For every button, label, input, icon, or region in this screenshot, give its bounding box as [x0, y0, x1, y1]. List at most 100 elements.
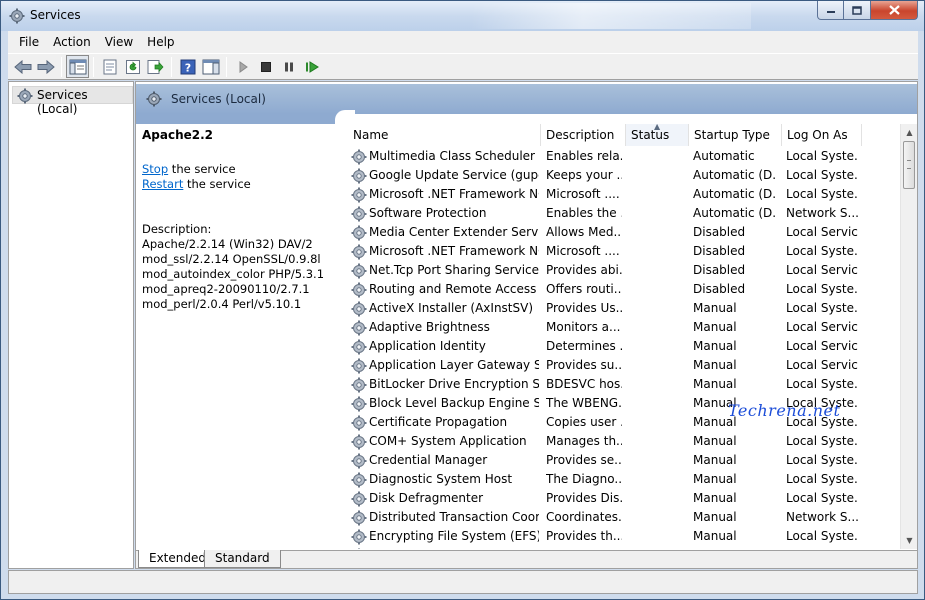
menu-help[interactable]: Help — [140, 35, 181, 49]
service-startup-type-cell: Manual — [693, 434, 737, 448]
table-row[interactable]: Encrypting File System (EFS) Provides th.… — [348, 527, 903, 546]
service-log-on-as-cell: Local Syste... — [786, 434, 858, 448]
start-service-button[interactable] — [231, 55, 254, 78]
scroll-up-icon[interactable]: ▲ — [901, 124, 917, 141]
pause-icon — [284, 62, 293, 71]
service-description-cell: The WBENG... — [546, 396, 622, 410]
service-description-cell: Manages th... — [546, 434, 622, 448]
stop-icon — [260, 61, 271, 72]
show-console-tree-button[interactable] — [66, 55, 89, 78]
column-header-name[interactable]: Name — [348, 124, 541, 146]
service-log-on-as-cell: Local Syste... — [786, 149, 858, 163]
service-name-cell: Routing and Remote Access — [369, 282, 537, 296]
table-row[interactable]: Multimedia Class Scheduler Enables rela..… — [348, 147, 903, 166]
service-startup-type-cell: Disabled — [693, 282, 746, 296]
service-log-on-as-cell: Local Syste... — [786, 187, 858, 201]
table-row[interactable]: Routing and Remote Access Offers routi...… — [348, 280, 903, 299]
service-log-on-as-cell: Local Service — [786, 263, 858, 277]
table-row[interactable]: Software Protection Enables the ... Automa… — [348, 204, 903, 223]
service-description-cell: Provides Dis... — [546, 491, 622, 505]
service-description-cell: The Diagno... — [546, 472, 622, 486]
service-gear-icon — [351, 548, 367, 549]
restart-service-button[interactable] — [300, 55, 323, 78]
show-action-pane-button[interactable] — [199, 55, 222, 78]
table-row[interactable]: BitLocker Drive Encryption Service BDESVC… — [348, 375, 903, 394]
service-name-cell: Credential Manager — [369, 453, 488, 467]
service-startup-type-cell: Disabled — [693, 225, 746, 239]
back-button[interactable] — [11, 55, 34, 78]
service-name-cell: Encrypting File System (EFS) — [369, 529, 539, 543]
table-row[interactable]: Media Center Extender Service Allows Med.… — [348, 223, 903, 242]
table-row[interactable]: Net.Tcp Port Sharing Service Provides abi… — [348, 261, 903, 280]
services-window: Services File Action View Help ? Service… — [0, 0, 925, 600]
header-notch — [136, 114, 341, 124]
column-header-status[interactable]: ▲ Status — [626, 122, 689, 146]
vertical-scrollbar[interactable]: ▲ ▼ — [900, 124, 917, 549]
menu-view[interactable]: View — [98, 35, 140, 49]
table-row[interactable]: Adaptive Brightness Monitors a... Manual Lo… — [348, 318, 903, 337]
description-line: Apache/2.2.14 (Win32) DAV/2 — [142, 237, 313, 251]
column-header-startup-type[interactable]: Startup Type — [689, 124, 782, 146]
minimize-button[interactable] — [817, 1, 844, 20]
table-row[interactable]: Disk Defragmenter Provides Dis... Manual Lo… — [348, 489, 903, 508]
stop-service-button[interactable] — [254, 55, 277, 78]
restart-service-line: Restart the service — [142, 177, 251, 191]
service-name-cell: Multimedia Class Scheduler — [369, 149, 535, 163]
service-startup-type-cell: Manual — [693, 301, 737, 315]
services-gear-icon — [17, 88, 33, 107]
services-pane: Services (Local) Apache2.2 Stop the serv… — [135, 81, 918, 569]
menu-file[interactable]: File — [12, 35, 46, 49]
menu-action[interactable]: Action — [46, 35, 98, 49]
maximize-icon — [852, 5, 862, 15]
toolbar-separator — [93, 56, 94, 77]
restart-link[interactable]: Restart — [142, 177, 183, 191]
column-header-log-on-as[interactable]: Log On As — [782, 124, 862, 146]
tree-item-services-local[interactable]: Services (Local) — [12, 86, 133, 116]
service-name-cell: Disk Defragmenter — [369, 491, 484, 505]
column-header-description[interactable]: Description — [541, 124, 626, 146]
table-row[interactable]: Microsoft .NET Framework NGEN Microsoft .… — [348, 185, 903, 204]
console-tree-icon — [69, 59, 86, 74]
service-startup-type-cell: Automatic (D... — [693, 187, 777, 201]
scroll-thumb[interactable] — [903, 141, 915, 189]
watermark-text: Techrena.net — [728, 401, 841, 420]
service-log-on-as-cell: Local Syste... — [786, 472, 858, 486]
export-list-button[interactable] — [144, 55, 167, 78]
table-row[interactable]: Credential Manager Provides se... Manual Lo… — [348, 451, 903, 470]
service-log-on-as-cell: Network S... — [786, 206, 858, 220]
service-description-cell: Offers routi... — [546, 282, 622, 296]
description-line: mod_autoindex_color PHP/5.3.1 — [142, 267, 325, 281]
properties-button[interactable] — [98, 55, 121, 78]
services-list: Name Description ▲ Status Startup Type L… — [348, 122, 917, 549]
table-row[interactable]: Diagnostic System Host The Diagno... Manua… — [348, 470, 903, 489]
service-description-cell: BDESVC hos... — [546, 377, 622, 391]
service-startup-type-cell: Manual — [693, 358, 737, 372]
table-row[interactable]: Distributed Transaction Coordinator Coord… — [348, 508, 903, 527]
table-row[interactable]: Google Update Service (gupdate) Keeps you… — [348, 166, 903, 185]
status-bar — [8, 570, 918, 594]
title-bar[interactable]: Services — [1, 1, 924, 31]
close-icon — [888, 5, 900, 15]
table-row[interactable]: COM+ System Application Manages th... Manu… — [348, 432, 903, 451]
forward-button[interactable] — [34, 55, 57, 78]
services-rows: Multimedia Class Scheduler Enables rela..… — [348, 147, 903, 549]
table-row[interactable] — [348, 546, 903, 549]
service-name-cell: Adaptive Brightness — [369, 320, 490, 334]
pause-service-button[interactable] — [277, 55, 300, 78]
maximize-button[interactable] — [844, 1, 871, 20]
tab-standard[interactable]: Standard — [204, 550, 281, 568]
help-icon: ? — [180, 59, 195, 74]
service-log-on-as-cell: Local Service — [786, 339, 858, 353]
service-description-cell: Microsoft .... — [546, 187, 620, 201]
toolbar-separator — [226, 56, 227, 77]
stop-link[interactable]: Stop — [142, 162, 168, 176]
refresh-button[interactable] — [121, 55, 144, 78]
table-row[interactable]: Application Layer Gateway Service Provide… — [348, 356, 903, 375]
table-row[interactable]: Application Identity Determines ... Manual… — [348, 337, 903, 356]
help-button[interactable]: ? — [176, 55, 199, 78]
close-button[interactable] — [871, 1, 918, 20]
table-row[interactable]: ActiveX Installer (AxInstSV) Provides Us.… — [348, 299, 903, 318]
table-row[interactable]: Microsoft .NET Framework NGEN Microsoft .… — [348, 242, 903, 261]
service-log-on-as-cell: Local Service — [786, 225, 858, 239]
scroll-down-icon[interactable]: ▼ — [901, 532, 917, 549]
